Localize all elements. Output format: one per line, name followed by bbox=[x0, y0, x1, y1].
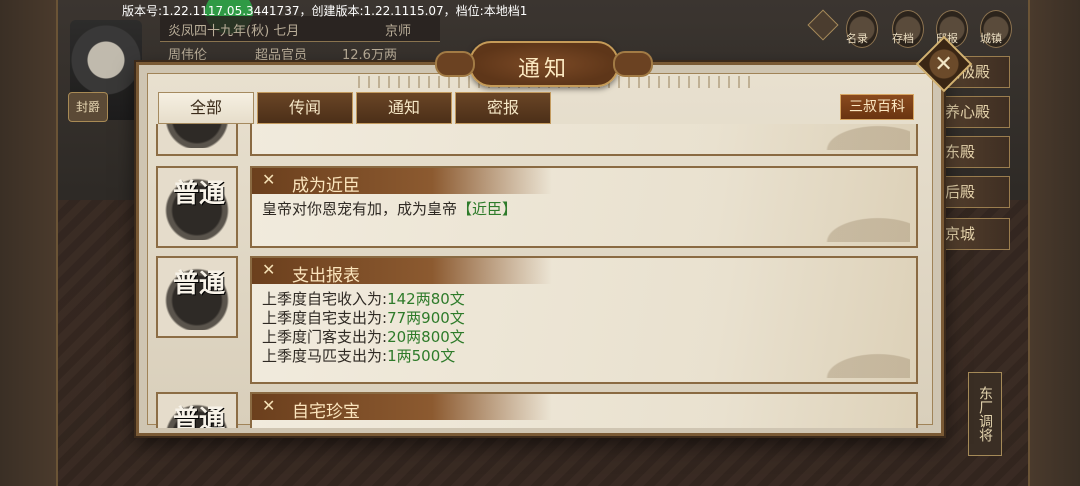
rank-badge[interactable]: 封爵 bbox=[68, 92, 108, 122]
notice-header: ✕ 自宅珍宝 bbox=[252, 394, 552, 422]
mountain-decoration bbox=[750, 182, 910, 242]
plaque-right-wing bbox=[613, 51, 653, 77]
report-line: 上季度自宅收入为:142两80文 bbox=[262, 290, 465, 308]
notice-body: 上季度自宅收入为:142两80文 上季度自宅支出为:77两900文 上季度门客支… bbox=[262, 290, 465, 366]
tab-secret-reports[interactable]: 密报 bbox=[455, 92, 551, 124]
player-wealth: 12.6万两 bbox=[342, 48, 397, 63]
game-date: 炎凤四十九年(秋) 七月 bbox=[168, 24, 300, 39]
version-info: 版本号:1.22.1117.05.3441737，创建版本:1.22.1115.… bbox=[122, 4, 528, 18]
notice-card: ✕ 自宅珍宝 bbox=[250, 392, 918, 428]
east-depot-button[interactable]: 东厂调将 bbox=[968, 372, 1002, 456]
location-text: 京师 bbox=[385, 24, 412, 39]
mountain-decoration bbox=[750, 124, 910, 150]
notice-badge-label: 普通 bbox=[172, 179, 225, 209]
notice-header: ✕ 成为近臣 bbox=[252, 168, 552, 196]
notice-badge-label: 普通 bbox=[172, 405, 225, 428]
report-line: 上季度马匹支出为:1两500文 bbox=[262, 347, 456, 365]
notice-text: 皇帝对你恩宠有加，成为皇帝 bbox=[262, 200, 458, 218]
dialog-title-plaque: 通知 bbox=[435, 41, 653, 87]
tab-notices[interactable]: 通知 bbox=[356, 92, 452, 124]
dialog-title: 通知 bbox=[517, 57, 570, 82]
roster-label: 名录 bbox=[846, 32, 868, 45]
left-frame bbox=[0, 0, 58, 486]
notice-title: 自宅珍宝 bbox=[292, 402, 360, 422]
notice-highlight: 【近臣】 bbox=[457, 200, 518, 218]
player-name: 周伟伦 bbox=[168, 48, 208, 63]
mountain-decoration bbox=[750, 318, 910, 378]
ink-splash-decoration bbox=[164, 124, 230, 148]
notice-body: 皇帝对你恩宠有加，成为皇帝【近臣】 bbox=[262, 200, 517, 219]
notice-card bbox=[250, 124, 918, 156]
town-label: 城镇 bbox=[980, 32, 1002, 45]
notice-header: ✕ 支出报表 bbox=[252, 258, 552, 286]
encyclopedia-button[interactable]: 三叔百科 bbox=[840, 94, 914, 120]
save-label: 存档 bbox=[892, 32, 914, 45]
notice-title: 支出报表 bbox=[292, 266, 360, 286]
notice-badge: 普通 bbox=[156, 392, 238, 428]
notice-card: ✕ 成为近臣 皇帝对你恩宠有加，成为皇帝【近臣】 bbox=[250, 166, 918, 248]
notice-badge: 普通 bbox=[156, 124, 238, 156]
crossed-swords-icon: ✕ bbox=[262, 396, 276, 415]
plaque-left-wing bbox=[435, 51, 475, 77]
tab-all[interactable]: 全部 bbox=[158, 92, 254, 124]
notice-title: 成为近臣 bbox=[292, 176, 360, 196]
crossed-swords-icon: ✕ bbox=[262, 170, 276, 189]
notice-list[interactable]: 普通 普通 ✕ 成为近臣 皇帝对你恩宠有加，成为皇帝【近臣】 普通 bbox=[150, 124, 930, 428]
tab-rumors[interactable]: 传闻 bbox=[257, 92, 353, 124]
close-icon: ✕ bbox=[934, 51, 953, 77]
crossed-swords-icon: ✕ bbox=[262, 260, 276, 279]
notice-badge-label: 普通 bbox=[172, 269, 225, 299]
notice-card: ✕ 支出报表 上季度自宅收入为:142两80文 上季度自宅支出为:77两900文… bbox=[250, 256, 918, 384]
notice-badge: 普通 bbox=[156, 166, 238, 248]
notice-badge: 普通 bbox=[156, 256, 238, 338]
right-frame bbox=[1028, 0, 1080, 486]
report-line: 上季度门客支出为:20两800文 bbox=[262, 328, 465, 346]
player-rank: 超品官员 bbox=[255, 48, 308, 63]
report-line: 上季度自宅支出为:77两900文 bbox=[262, 309, 465, 327]
